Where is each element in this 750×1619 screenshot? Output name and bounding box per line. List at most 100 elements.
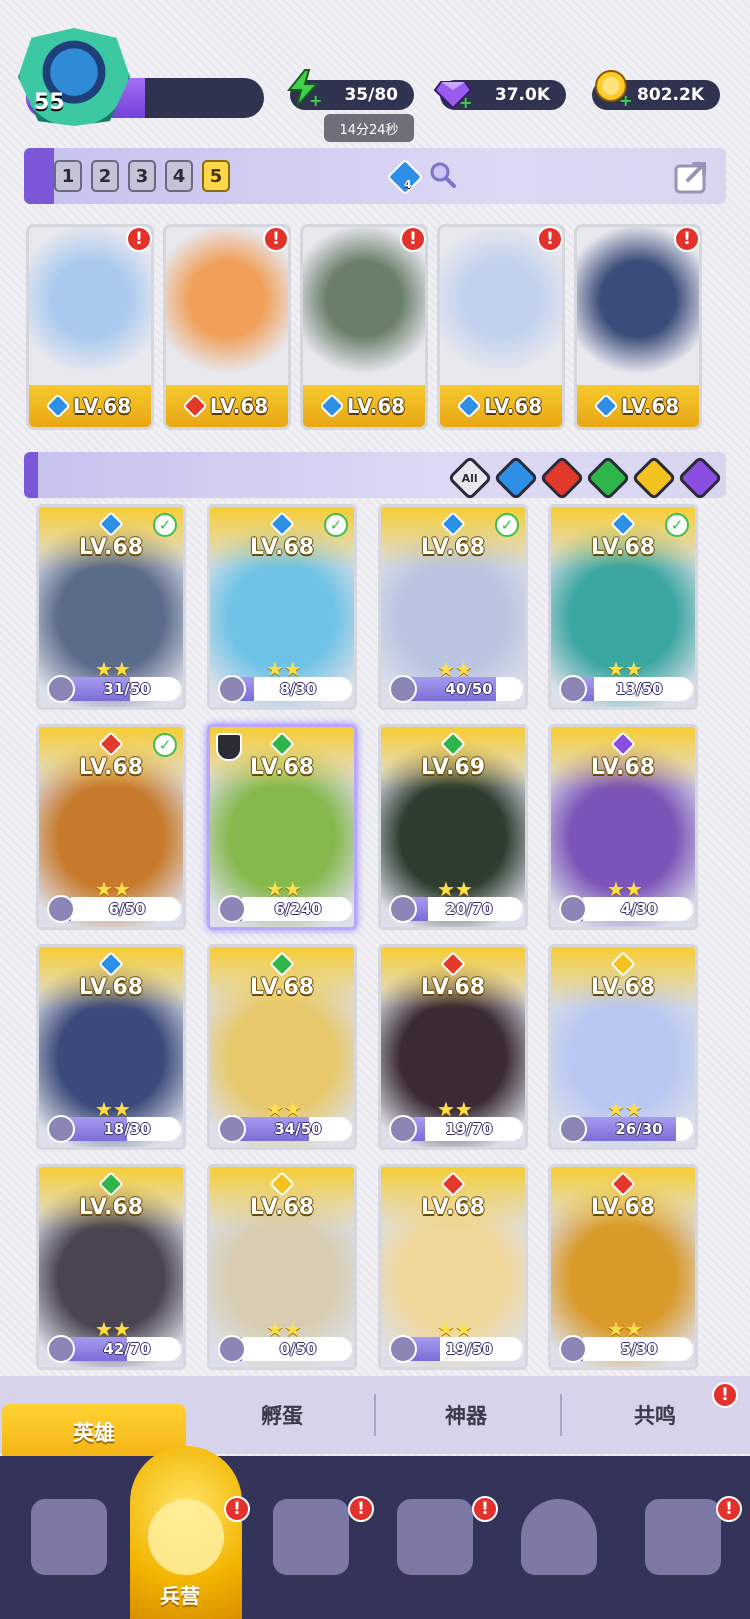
- nav-barracks[interactable]: [131, 1482, 241, 1592]
- resonance-alert-badge: !: [712, 1382, 738, 1408]
- book-icon: [273, 1499, 349, 1575]
- team-hero-level: LV.68: [72, 394, 132, 418]
- shard-progress-text: 6/50: [108, 900, 146, 918]
- shard-progress-text: 8/30: [279, 680, 317, 698]
- shard-icon: [389, 1335, 417, 1363]
- hero-card[interactable]: LV.68 ★★ 18/30: [36, 944, 186, 1150]
- nav-castle[interactable]: [380, 1482, 490, 1592]
- nav-mushroom[interactable]: [504, 1482, 614, 1592]
- player-level: 55: [34, 90, 65, 115]
- team-hero-card[interactable]: LV.68: [437, 224, 565, 430]
- hero-level: LV.68: [78, 975, 144, 1000]
- shard-icon: [559, 1115, 587, 1143]
- hero-level: LV.68: [420, 1195, 486, 1220]
- cards-icon: [31, 1499, 107, 1575]
- team-hero-alert-badge: !: [263, 226, 289, 252]
- hero-card[interactable]: LV.68 ✓ ★★ 31/50: [36, 504, 186, 710]
- shard-icon: [559, 1335, 587, 1363]
- nav-book[interactable]: [256, 1482, 366, 1592]
- hero-card[interactable]: LV.68 ★★ 6/240: [207, 724, 357, 930]
- hero-level: LV.68: [78, 535, 144, 560]
- shard-progress-text: 0/50: [279, 1340, 317, 1358]
- hero-card[interactable]: LV.69 ★★ 20/70: [378, 724, 528, 930]
- hero-portrait: [440, 227, 562, 387]
- team-slot-4[interactable]: 4: [165, 160, 193, 192]
- hero-card[interactable]: LV.68 ✓ ★★ 6/50: [36, 724, 186, 930]
- team-hero-level-bar: LV.68: [166, 385, 288, 427]
- barracks-alert-badge: !: [224, 1496, 250, 1522]
- shard-progress-text: 40/50: [445, 680, 493, 698]
- team-hero-level-bar: LV.68: [303, 385, 425, 427]
- castle-icon: [397, 1499, 473, 1575]
- checkmark-icon: ✓: [495, 513, 519, 537]
- team-hero-alert-badge: !: [126, 226, 152, 252]
- svg-text:+: +: [459, 93, 472, 110]
- barracks-icon: [148, 1499, 224, 1575]
- hero-level: LV.68: [420, 535, 486, 560]
- shard-icon: [559, 675, 587, 703]
- shard-progress-text: 26/30: [615, 1120, 663, 1138]
- tab-hatch[interactable]: 孵蛋: [192, 1376, 372, 1454]
- shard-icon: [389, 1115, 417, 1143]
- filter-label: All: [461, 471, 479, 485]
- hero-card[interactable]: LV.68 ★★ 42/70: [36, 1164, 186, 1370]
- shard-progress-text: 18/30: [103, 1120, 151, 1138]
- hero-level: LV.68: [249, 535, 315, 560]
- team-hero-card[interactable]: LV.68: [163, 224, 291, 430]
- nav-cards[interactable]: [14, 1482, 124, 1592]
- shard-icon: [389, 675, 417, 703]
- checkmark-icon: ✓: [665, 513, 689, 537]
- hero-card[interactable]: LV.68 ★★ 4/30: [548, 724, 698, 930]
- team-hero-card[interactable]: LV.68: [300, 224, 428, 430]
- shard-icon: [47, 1335, 75, 1363]
- hero-card[interactable]: LV.68 ★★ 19/50: [378, 1164, 528, 1370]
- team-hero-level-bar: LV.68: [440, 385, 562, 427]
- hero-card[interactable]: LV.68 ★★ 26/30: [548, 944, 698, 1150]
- hero-level: LV.68: [249, 1195, 315, 1220]
- svg-text:+: +: [619, 91, 632, 108]
- team-hero-level: LV.68: [483, 394, 543, 418]
- hero-card[interactable]: LV.68 ✓ ★★ 13/50: [548, 504, 698, 710]
- water-element-icon: [45, 393, 71, 419]
- hero-portrait: [166, 227, 288, 387]
- hero-card[interactable]: LV.68 ✓ ★★ 8/30: [207, 504, 357, 710]
- team-hero-card[interactable]: LV.68: [26, 224, 154, 430]
- shard-icon: [218, 675, 246, 703]
- shard-icon: [218, 1115, 246, 1143]
- hero-level: LV.68: [590, 975, 656, 1000]
- hero-card[interactable]: LV.68 ✓ ★★ 40/50: [378, 504, 528, 710]
- tab-artifact[interactable]: 神器: [376, 1376, 556, 1454]
- shard-icon: [47, 675, 75, 703]
- banner-icon: [645, 1499, 721, 1575]
- team-hero-card[interactable]: LV.68: [574, 224, 702, 430]
- team-slot-1[interactable]: 1: [54, 160, 82, 192]
- team-hero-level: LV.68: [346, 394, 406, 418]
- team-slot-5[interactable]: 5: [202, 160, 230, 192]
- team-hero-level-bar: LV.68: [577, 385, 699, 427]
- team-hero-alert-badge: !: [537, 226, 563, 252]
- diamond-icon: +: [433, 81, 472, 110]
- checkmark-icon: ✓: [324, 513, 348, 537]
- shard-icon: [559, 895, 587, 923]
- tab-heroes[interactable]: 英雄: [2, 1404, 186, 1460]
- banner-alert-badge: !: [716, 1496, 742, 1522]
- hero-level: LV.69: [420, 755, 486, 780]
- shard-progress-text: 19/50: [445, 1340, 493, 1358]
- shard-progress-text: 19/70: [445, 1120, 493, 1138]
- share-icon[interactable]: [672, 156, 716, 196]
- team-slot-3[interactable]: 3: [128, 160, 156, 192]
- lightning-icon: +: [286, 69, 322, 108]
- team-hero-level: LV.68: [209, 394, 269, 418]
- search-icon[interactable]: [428, 160, 458, 190]
- hero-card[interactable]: LV.68 ★★ 34/50: [207, 944, 357, 1150]
- hero-card[interactable]: LV.68 ★★ 19/70: [378, 944, 528, 1150]
- hero-level: LV.68: [78, 755, 144, 780]
- water-element-icon: [456, 393, 482, 419]
- team-slot-2[interactable]: 2: [91, 160, 119, 192]
- hero-card[interactable]: LV.68 ★★ 0/50: [207, 1164, 357, 1370]
- gem-value: 37.0K: [494, 85, 550, 105]
- team-hero-level-bar: LV.68: [29, 385, 151, 427]
- shard-progress-text: 20/70: [445, 900, 493, 918]
- hero-level: LV.68: [590, 755, 656, 780]
- hero-card[interactable]: LV.68 ★★ 5/30: [548, 1164, 698, 1370]
